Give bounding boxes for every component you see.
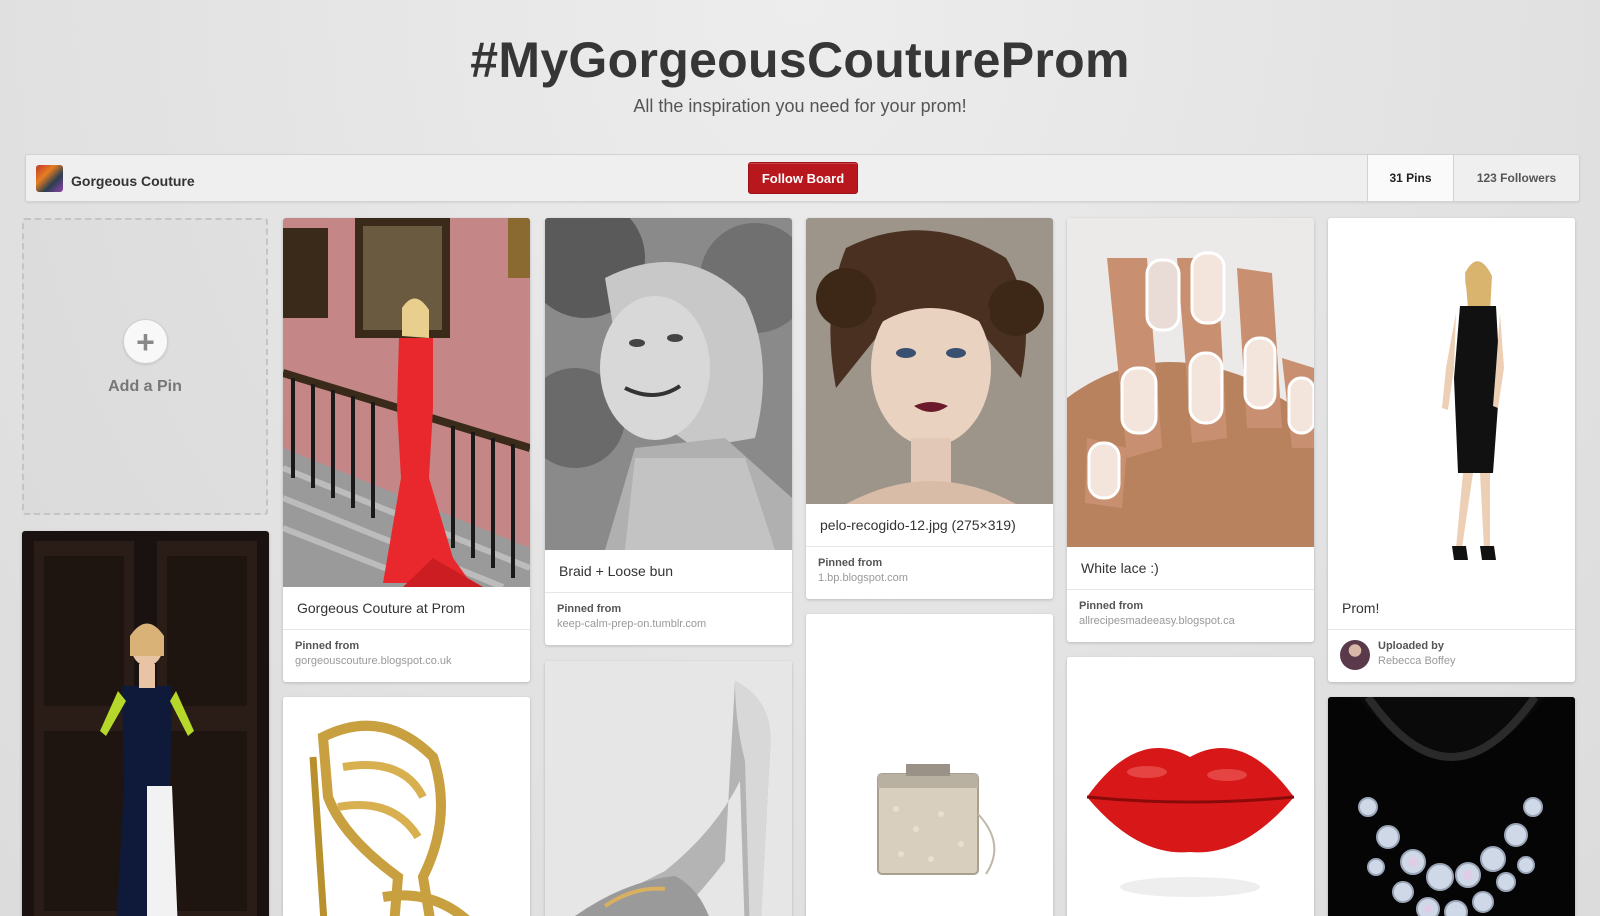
pin-caption: Braid + Loose bun (545, 550, 792, 593)
pin-card[interactable]: pelo-recogido-12.jpg (275×319) Pinned fr… (806, 218, 1053, 599)
pin-image[interactable] (545, 661, 792, 916)
pin-image[interactable] (806, 614, 1053, 916)
pin-card[interactable] (545, 661, 792, 916)
pin-card[interactable]: White lace :) Pinned from allrecipesmade… (1067, 218, 1314, 642)
pin-image[interactable] (1067, 218, 1314, 547)
pin-card[interactable] (806, 614, 1053, 916)
pin-source-link[interactable]: keep-calm-prep-on.tumblr.com (557, 618, 780, 630)
pin-image[interactable] (1328, 218, 1575, 587)
pin-source: Pinned from keep-calm-prep-on.tumblr.com (545, 593, 792, 645)
pin-card[interactable]: Prom! Uploaded by Rebecca Boffey (1328, 218, 1575, 682)
pin-caption: Prom! (1328, 587, 1575, 630)
pin-image[interactable] (545, 218, 792, 550)
followers-count-tab[interactable]: 123 Followers (1453, 155, 1579, 201)
uploader-name[interactable]: Rebecca Boffey (1378, 655, 1455, 667)
board-bar: Gorgeous Couture Follow Board 31 Pins 12… (25, 154, 1580, 202)
pin-uploader: Uploaded by Rebecca Boffey (1328, 630, 1575, 682)
pin-caption: pelo-recogido-12.jpg (275×319) (806, 504, 1053, 547)
uploader-label: Uploaded by (1378, 640, 1445, 652)
pin-card[interactable] (1067, 657, 1314, 916)
pin-caption: White lace :) (1067, 547, 1314, 590)
pin-source: Pinned from 1.bp.blogspot.com (806, 547, 1053, 599)
uploader-avatar[interactable] (1340, 640, 1370, 670)
pin-image[interactable] (283, 218, 530, 587)
pin-source-label: Pinned from (818, 557, 883, 569)
board-description: All the inspiration you need for your pr… (633, 96, 967, 116)
pin-image[interactable] (1067, 657, 1314, 916)
plus-icon[interactable]: + (123, 319, 168, 364)
pin-caption: Gorgeous Couture at Prom (283, 587, 530, 630)
pin-card[interactable] (283, 697, 530, 916)
add-pin-card[interactable]: + Add a Pin (22, 218, 268, 515)
pin-image[interactable] (22, 531, 269, 916)
pin-image[interactable] (1328, 697, 1575, 916)
pins-count-tab[interactable]: 31 Pins (1367, 155, 1453, 201)
pin-card[interactable] (1328, 697, 1575, 916)
owner-avatar[interactable] (36, 165, 63, 192)
pin-source-label: Pinned from (1079, 600, 1144, 612)
board-owner[interactable]: Gorgeous Couture (36, 165, 195, 192)
add-pin-label: Add a Pin (108, 378, 182, 395)
pin-source-link[interactable]: allrecipesmadeeasy.blogspot.ca (1079, 615, 1302, 627)
owner-name[interactable]: Gorgeous Couture (71, 173, 195, 189)
board-stats: 31 Pins 123 Followers (1367, 155, 1579, 201)
pin-source: Pinned from allrecipesmadeeasy.blogspot.… (1067, 590, 1314, 642)
board-title: #MyGorgeousCouturePro​m (470, 32, 1130, 88)
pin-source-label: Pinned from (295, 640, 360, 652)
pin-source-label: Pinned from (557, 603, 622, 615)
pin-image[interactable] (283, 697, 530, 916)
pin-image[interactable] (806, 218, 1053, 504)
pin-card[interactable]: Gorgeous Couture at Prom Pinned from gor… (283, 218, 530, 682)
pin-source: Pinned from gorgeouscouture.blogspot.co.… (283, 630, 530, 682)
pin-source-link[interactable]: 1.bp.blogspot.com (818, 572, 1041, 584)
pin-card[interactable] (22, 531, 269, 916)
follow-board-button[interactable]: Follow Board (748, 162, 858, 194)
pin-source-link[interactable]: gorgeouscouture.blogspot.co.uk (295, 655, 518, 667)
pin-card[interactable]: Braid + Loose bun Pinned from keep-calm-… (545, 218, 792, 645)
